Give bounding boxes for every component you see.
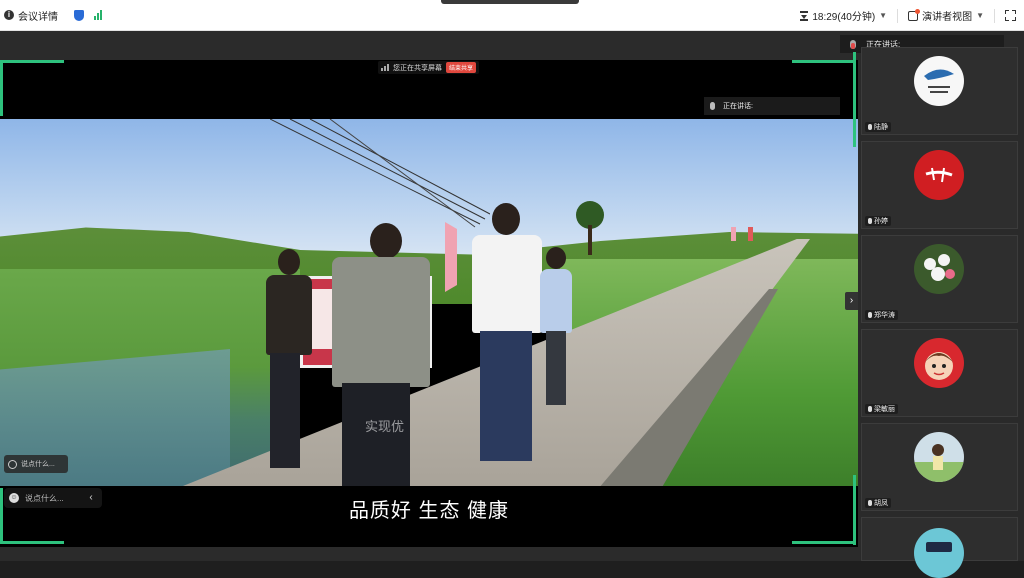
- video-chat-hint: 说点什么...: [4, 455, 68, 473]
- participant-name: 陆静: [865, 122, 891, 132]
- participant-tile[interactable]: 胡凤: [861, 423, 1018, 511]
- view-mode-button[interactable]: 演讲者视图 ▼: [908, 8, 984, 23]
- emoji-icon: [8, 459, 17, 469]
- share-status-text: 您正在共享屏幕: [393, 64, 442, 72]
- shield-icon: [74, 9, 84, 21]
- hourglass-icon: [800, 10, 809, 21]
- expand-panel-arrow-button[interactable]: ›: [845, 292, 858, 310]
- network-signal-button[interactable]: [94, 10, 102, 20]
- share-status-banner: 您正在共享屏幕 结束共享: [378, 61, 480, 74]
- security-button[interactable]: [74, 9, 84, 21]
- meeting-details-label: 会议详情: [18, 11, 58, 23]
- chevron-down-icon: ▼: [879, 11, 888, 20]
- participant-tile[interactable]: 陆静: [861, 47, 1018, 135]
- participant-avatar: [914, 56, 964, 106]
- speaking-label: 正在讲话:: [723, 103, 753, 110]
- divider: [994, 8, 995, 23]
- scene-person: [470, 203, 545, 486]
- participant-avatar: [914, 432, 964, 482]
- participant-name: 胡凤: [865, 498, 891, 508]
- video-caption-overlay: 实现优: [365, 419, 405, 434]
- participant-tile[interactable]: [861, 517, 1018, 578]
- scene-flag: [731, 227, 736, 241]
- meeting-details-button[interactable]: i 会议详情: [4, 8, 58, 23]
- signal-icon: [94, 10, 102, 20]
- participant-avatar: [914, 244, 964, 294]
- microphone-muted-icon: [850, 39, 856, 49]
- inner-speaking-indicator: 正在讲话:: [704, 97, 840, 115]
- scene-person: [328, 223, 433, 486]
- chat-input-bar[interactable]: ☺ 说点什么... ‹: [4, 488, 102, 508]
- info-icon: i: [4, 10, 14, 20]
- active-speaker-indicator: [853, 52, 856, 147]
- meeting-time-label: 18:29(40分钟): [812, 12, 876, 23]
- avatar-flowers-icon: [924, 254, 955, 281]
- microphone-icon: [868, 218, 872, 224]
- share-border-edge: [853, 475, 856, 545]
- microphone-icon: [868, 124, 872, 130]
- scene-person: [262, 249, 322, 484]
- window-drag-handle[interactable]: [441, 0, 579, 4]
- avatar-cartoon-icon: [926, 542, 952, 552]
- participant-tile[interactable]: 郑华涛: [861, 235, 1018, 323]
- meeting-timer-button[interactable]: 18:29(40分钟) ▼: [800, 8, 887, 23]
- chat-input-placeholder: 说点什么...: [25, 493, 64, 503]
- signal-icon: [381, 64, 389, 71]
- speaker-view-icon: [908, 8, 921, 21]
- avatar-calligraphy-icon: [925, 167, 953, 183]
- view-mode-label: 演讲者视图: [922, 12, 973, 23]
- fullscreen-icon: [1005, 10, 1016, 21]
- microphone-icon: [710, 102, 715, 110]
- microphone-icon: [868, 406, 872, 412]
- scene-flag: [445, 222, 457, 292]
- microphone-icon: [868, 312, 872, 318]
- scene-power-lines: [270, 119, 490, 228]
- avatar-logo-icon: [924, 69, 954, 93]
- microphone-icon: [868, 500, 872, 506]
- participant-avatar: [914, 338, 964, 388]
- participant-avatar: [914, 528, 964, 578]
- divider: [897, 8, 899, 23]
- participant-name: 梁敏丽: [865, 404, 898, 414]
- emoji-icon[interactable]: ☺: [9, 493, 19, 503]
- fullscreen-button[interactable]: [1005, 10, 1016, 21]
- scene-flag: [748, 227, 753, 241]
- scene-person-child: [536, 247, 576, 417]
- video-chat-hint-text: 说点什么...: [21, 461, 55, 468]
- chevron-down-icon: ▼: [976, 11, 984, 20]
- video-subtitle: 品质好 生态 健康: [348, 499, 510, 522]
- collapse-chevron-icon[interactable]: ‹: [84, 491, 98, 505]
- share-border-corner: [0, 60, 64, 116]
- avatar-cartoon-icon: [925, 352, 953, 380]
- stop-sharing-button[interactable]: 结束共享: [446, 62, 477, 73]
- shared-video-content: 实现优: [0, 119, 858, 486]
- top-bar: i 会议详情 18:29(40分钟) ▼ 演讲者视图 ▼: [0, 0, 1024, 31]
- participant-tile[interactable]: 梁敏丽: [861, 329, 1018, 417]
- avatar-photo-icon: [914, 444, 964, 482]
- participant-name: 孙婷: [865, 216, 891, 226]
- participant-tile[interactable]: 孙婷: [861, 141, 1018, 229]
- participant-name: 郑华涛: [865, 310, 898, 320]
- participant-avatar: [914, 150, 964, 200]
